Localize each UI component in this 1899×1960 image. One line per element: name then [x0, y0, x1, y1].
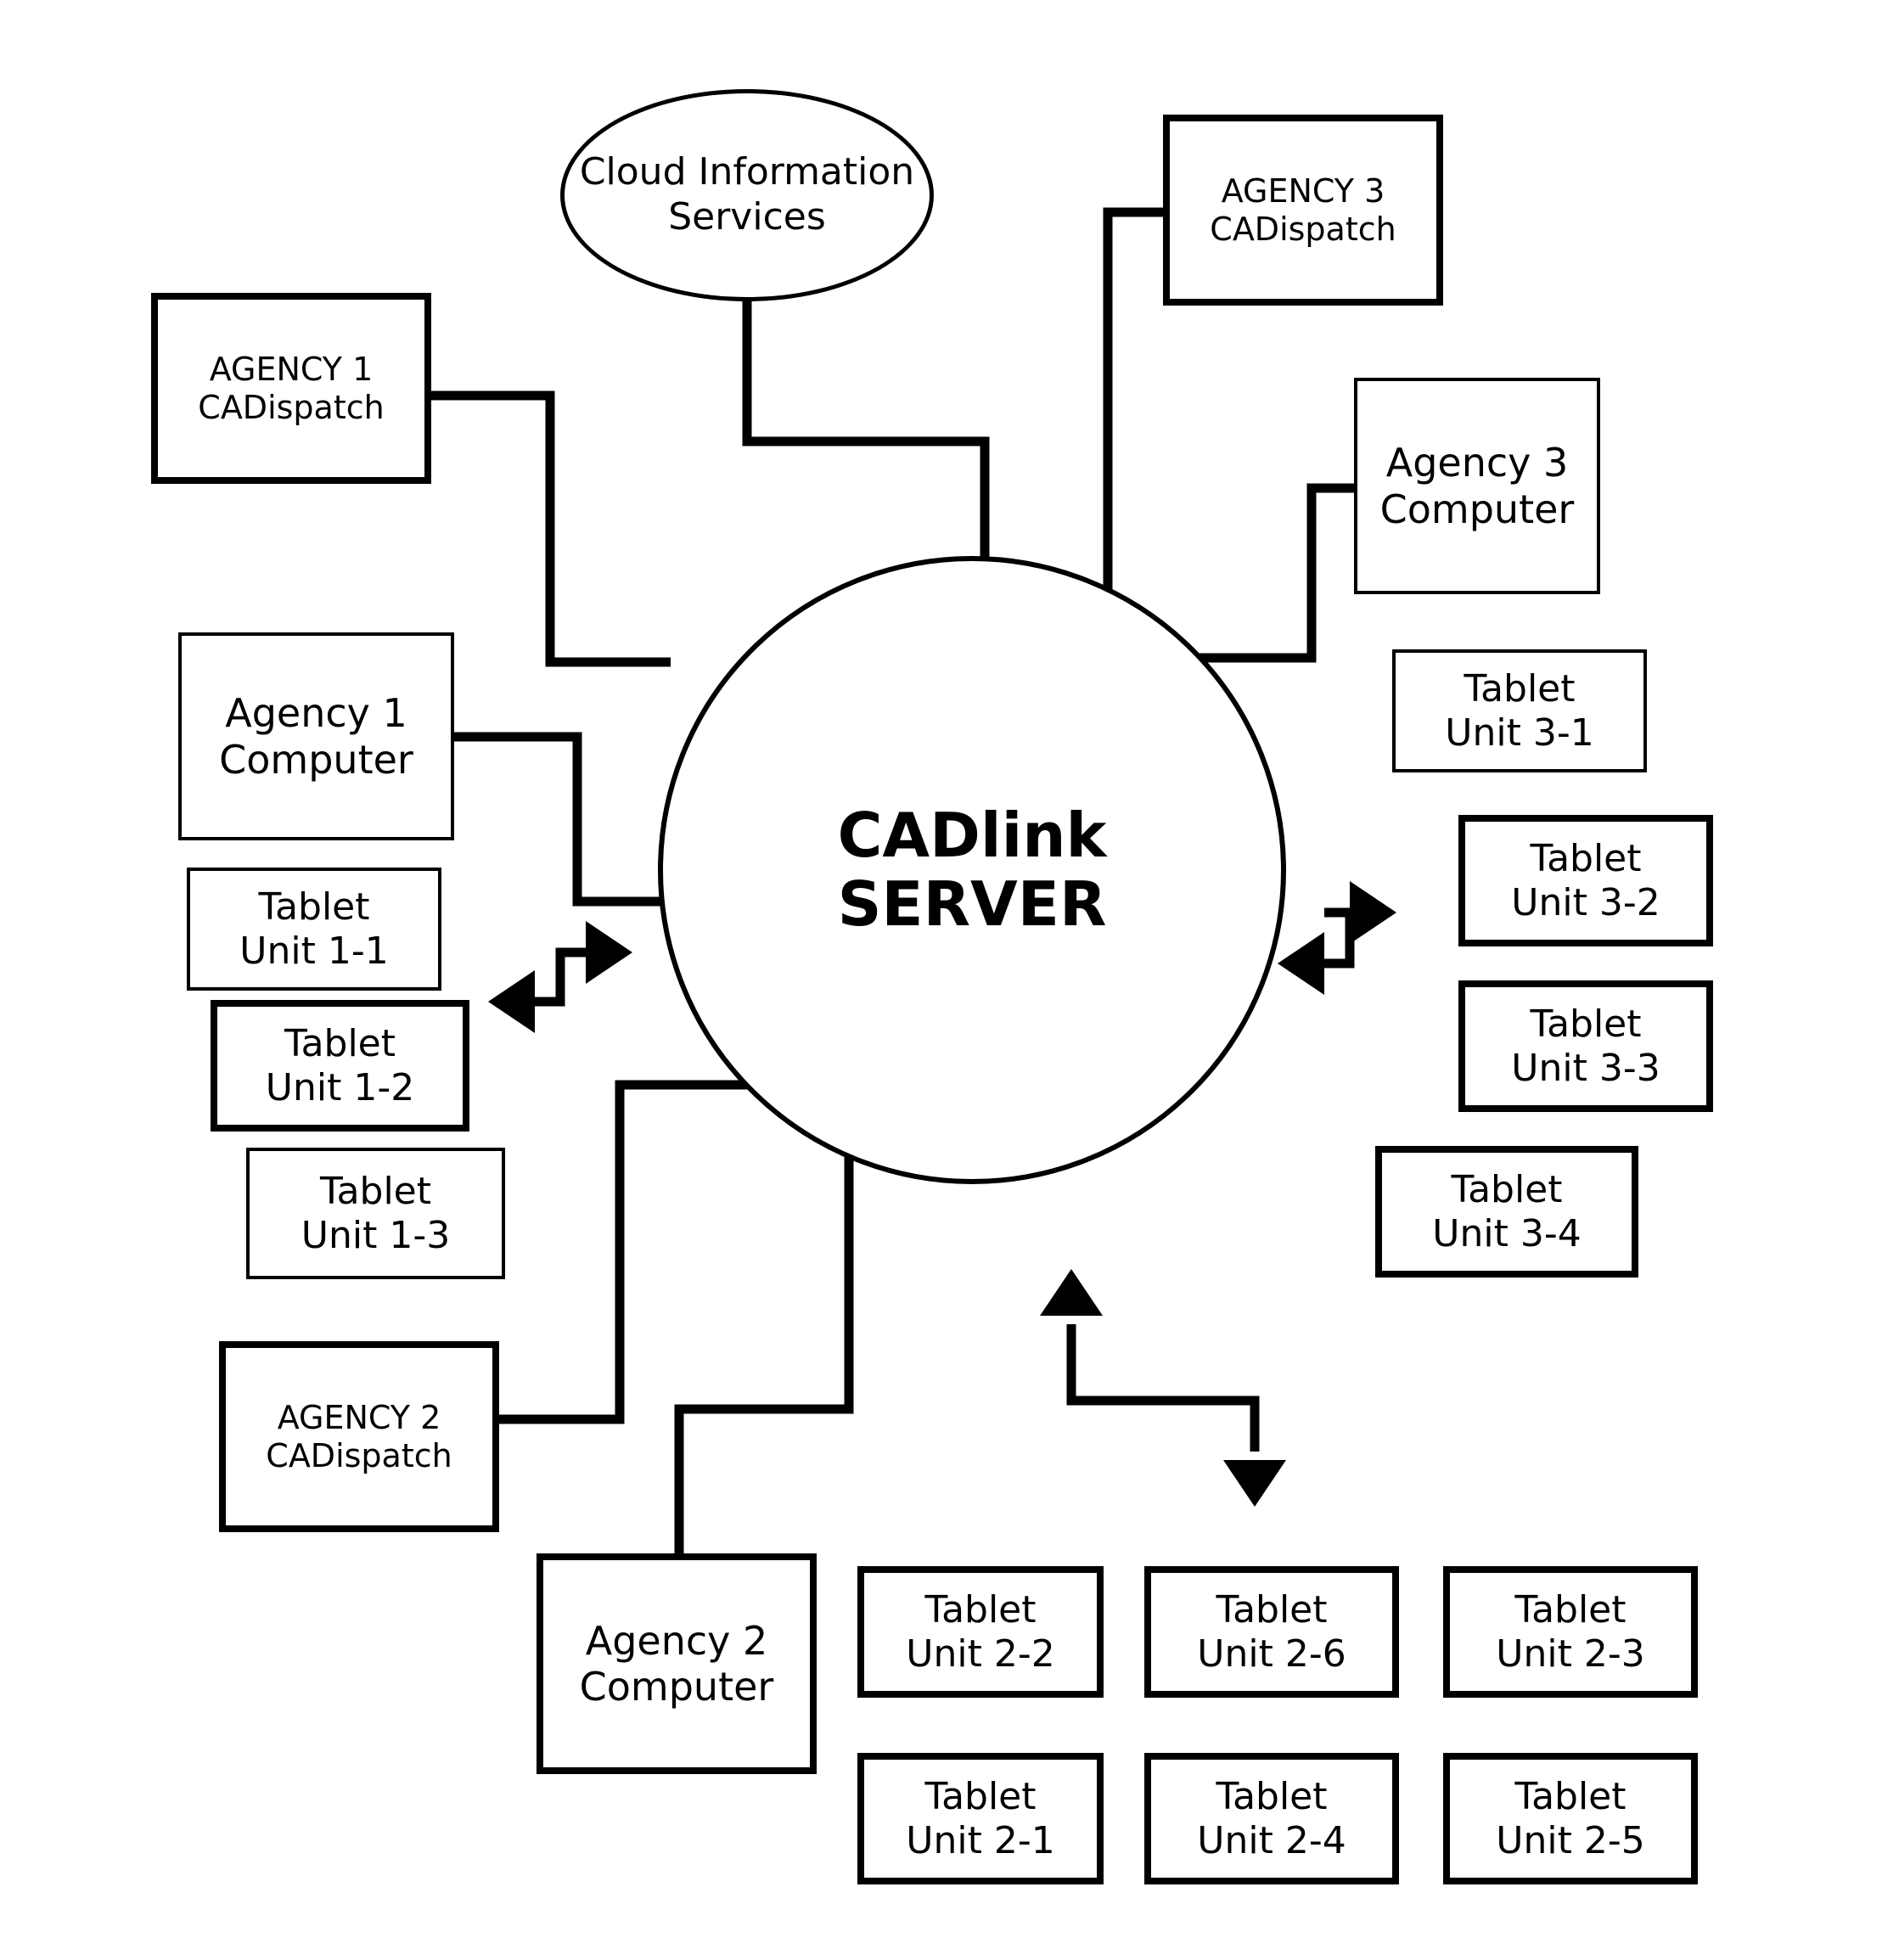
arrowhead-a1-left [488, 970, 535, 1033]
wire-cloud-to-server [742, 293, 990, 577]
tablet-unit-2-5[interactable]: Tablet Unit 2-5 [1443, 1753, 1698, 1884]
tablet-unit-1-2[interactable]: Tablet Unit 1-2 [211, 1000, 469, 1132]
arrowhead-a2-down [1223, 1460, 1286, 1507]
cadlink-server[interactable]: CADlink SERVER [658, 556, 1286, 1184]
agency2-computer-label: Agency 2 Computer [579, 1617, 774, 1710]
wire-agency1-tablet-link [535, 947, 586, 1007]
tablet-unit-3-3-label: Tablet Unit 3-3 [1511, 1002, 1660, 1090]
tablet-unit-2-2[interactable]: Tablet Unit 2-2 [857, 1566, 1104, 1698]
tablet-unit-3-3[interactable]: Tablet Unit 3-3 [1458, 980, 1713, 1112]
agency3-computer-label: Agency 3 Computer [1379, 440, 1575, 532]
agency1-cadispatch[interactable]: AGENCY 1 CADispatch [151, 293, 431, 484]
agency2-cadispatch-label: AGENCY 2 CADispatch [266, 1398, 452, 1474]
tablet-unit-3-4[interactable]: Tablet Unit 3-4 [1375, 1146, 1638, 1278]
wire-agency1-dispatch-to-server [431, 390, 671, 667]
agency3-cadispatch[interactable]: AGENCY 3 CADispatch [1163, 115, 1443, 306]
tablet-unit-1-1-label: Tablet Unit 1-1 [239, 885, 389, 973]
tablet-unit-3-2-label: Tablet Unit 3-2 [1511, 836, 1660, 924]
tablet-unit-1-2-label: Tablet Unit 1-2 [265, 1021, 415, 1109]
agency1-cadispatch-label: AGENCY 1 CADispatch [198, 350, 385, 426]
wire-agency1-computer-to-server [454, 732, 671, 907]
tablet-unit-2-5-label: Tablet Unit 2-5 [1496, 1774, 1645, 1862]
tablet-unit-2-1-label: Tablet Unit 2-1 [906, 1774, 1055, 1862]
tablet-unit-2-1[interactable]: Tablet Unit 2-1 [857, 1753, 1104, 1884]
wire-agency3-tablet-link [1324, 907, 1355, 969]
arrowhead-a1-right [586, 921, 632, 984]
cloud-label: Cloud Information Services [579, 150, 915, 239]
arrowhead-a2-up [1040, 1269, 1103, 1316]
agency3-cadispatch-label: AGENCY 3 CADispatch [1210, 171, 1396, 248]
cloud-information-services[interactable]: Cloud Information Services [560, 89, 934, 301]
agency2-cadispatch[interactable]: AGENCY 2 CADispatch [219, 1341, 499, 1532]
wire-agency2-computer-to-server [674, 1080, 854, 1553]
tablet-unit-2-3[interactable]: Tablet Unit 2-3 [1443, 1566, 1698, 1698]
tablet-unit-3-1-label: Tablet Unit 3-1 [1445, 666, 1594, 755]
wire-agency2-dispatch-to-server [499, 1080, 740, 1424]
tablet-unit-1-1[interactable]: Tablet Unit 1-1 [187, 868, 441, 991]
tablet-unit-3-1[interactable]: Tablet Unit 3-1 [1392, 649, 1647, 772]
tablet-unit-2-4[interactable]: Tablet Unit 2-4 [1144, 1753, 1399, 1884]
network-diagram: Cloud Information Services CADlink SERVE… [0, 0, 1899, 1960]
arrowhead-a3-right [1350, 881, 1396, 944]
tablet-unit-2-4-label: Tablet Unit 2-4 [1197, 1774, 1346, 1862]
agency1-computer[interactable]: Agency 1 Computer [178, 632, 454, 840]
tablet-unit-2-6-label: Tablet Unit 2-6 [1197, 1587, 1346, 1676]
tablet-unit-1-3-label: Tablet Unit 1-3 [301, 1169, 451, 1257]
agency3-computer[interactable]: Agency 3 Computer [1354, 378, 1600, 594]
cadlink-server-label: CADlink SERVER [837, 800, 1107, 940]
wire-agency2-tablet-link [1066, 1324, 1260, 1452]
tablet-unit-1-3[interactable]: Tablet Unit 1-3 [246, 1148, 505, 1279]
wire-agency3-computer-to-server [1210, 483, 1354, 663]
tablet-unit-3-2[interactable]: Tablet Unit 3-2 [1458, 815, 1713, 946]
tablet-unit-2-2-label: Tablet Unit 2-2 [906, 1587, 1055, 1676]
agency1-computer-label: Agency 1 Computer [219, 690, 413, 783]
arrowhead-a3-left [1278, 932, 1324, 995]
tablet-unit-3-4-label: Tablet Unit 3-4 [1432, 1167, 1582, 1255]
tablet-unit-2-3-label: Tablet Unit 2-3 [1496, 1587, 1645, 1676]
tablet-unit-2-6[interactable]: Tablet Unit 2-6 [1144, 1566, 1399, 1698]
agency2-computer[interactable]: Agency 2 Computer [537, 1553, 817, 1774]
